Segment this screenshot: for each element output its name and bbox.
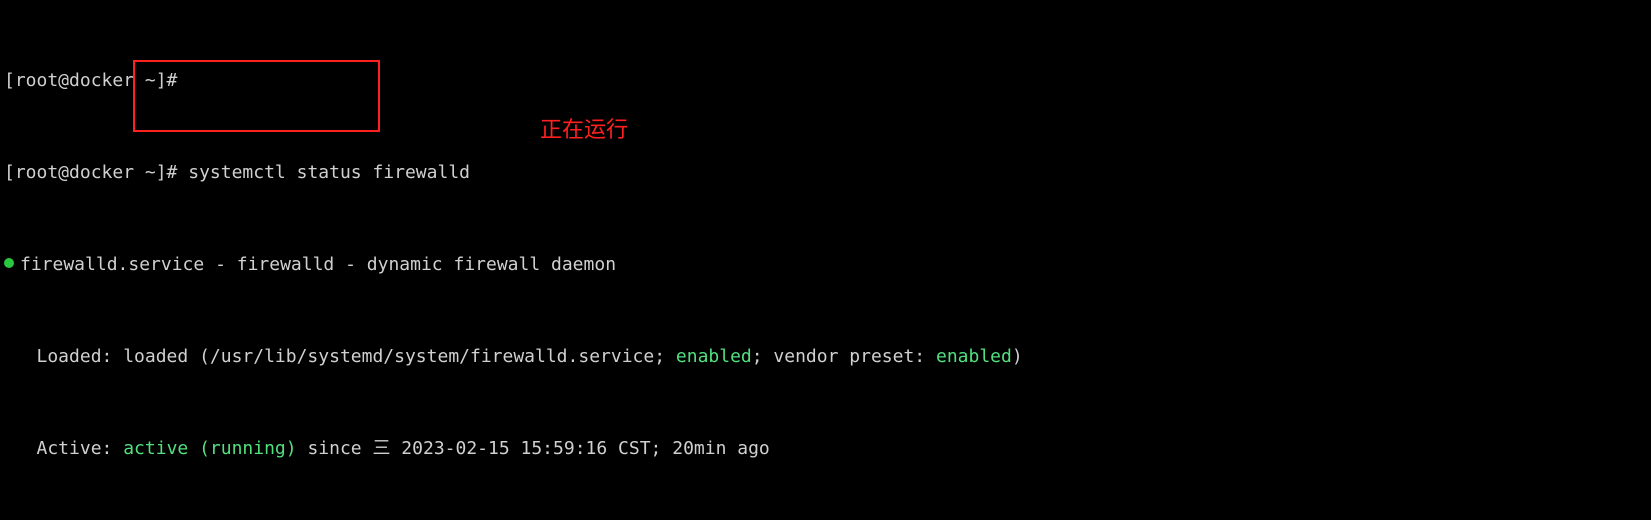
shell-prompt: [root@docker ~]# xyxy=(4,70,188,91)
service-header-text: firewalld.service - firewalld - dynamic … xyxy=(20,254,616,275)
command-text: systemctl status firewalld xyxy=(188,162,470,183)
service-header-line: firewalld.service - firewalld - dynamic … xyxy=(4,253,1647,276)
prompt-line-2: [root@docker ~]# systemctl status firewa… xyxy=(4,161,1647,184)
loaded-line: Loaded: loaded (/usr/lib/systemd/system/… xyxy=(4,345,1647,368)
loaded-mid: ; vendor preset: xyxy=(752,346,936,367)
active-line: Active: active (running) since 三 2023-02… xyxy=(4,437,1647,460)
active-prefix: Active: xyxy=(4,438,123,459)
loaded-end: ) xyxy=(1012,346,1023,367)
active-dot-icon xyxy=(4,258,14,268)
prompt-line-1: [root@docker ~]# xyxy=(4,69,1647,92)
terminal-output[interactable]: [root@docker ~]# [root@docker ~]# system… xyxy=(0,0,1651,520)
active-suffix: since 三 2023-02-15 15:59:16 CST; 20min a… xyxy=(297,438,770,459)
shell-prompt: [root@docker ~]# xyxy=(4,162,188,183)
loaded-preset: enabled xyxy=(936,346,1012,367)
annotation-label: 正在运行 xyxy=(540,118,628,141)
loaded-prefix: Loaded: loaded (/usr/lib/systemd/system/… xyxy=(4,346,676,367)
active-state: active (running) xyxy=(123,438,296,459)
loaded-enabled: enabled xyxy=(676,346,752,367)
